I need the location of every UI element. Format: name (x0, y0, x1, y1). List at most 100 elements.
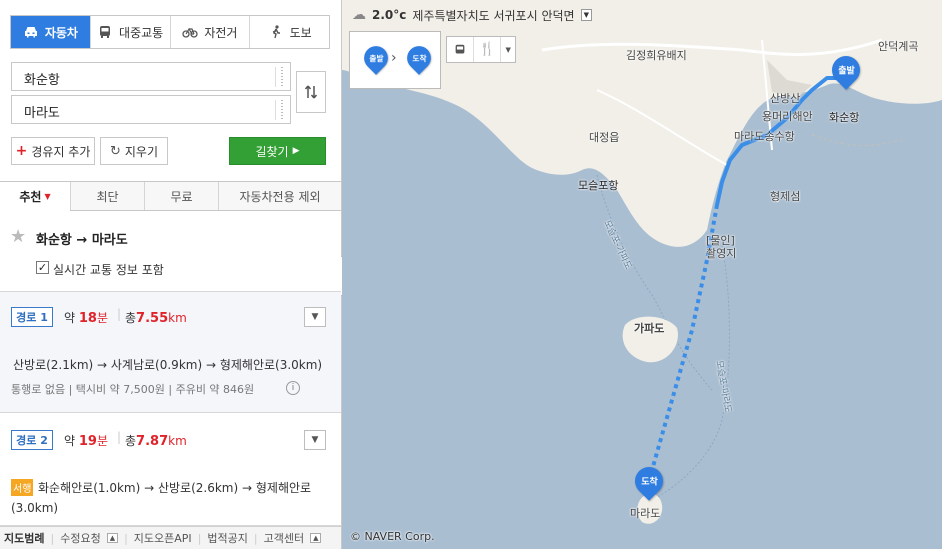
tab-recommended[interactable]: 추천 ▼ (0, 182, 70, 211)
legend-start-pin: 출발 (359, 41, 393, 75)
expand-route-button[interactable]: ▼ (304, 307, 326, 327)
footer-report[interactable]: 수정요청 (60, 530, 100, 546)
tab-exclude-expressway[interactable]: 자동차전용 제외 (218, 182, 341, 210)
clear-button[interactable]: ↻ 지우기 (100, 137, 168, 165)
find-route-button[interactable]: 길찾기 ▶ (229, 137, 326, 165)
time-unit: 분 (96, 434, 108, 448)
start-pin[interactable]: 출발 (826, 50, 866, 90)
tab-shortest-label: 최단 (96, 189, 119, 204)
realtime-checkbox[interactable]: ✓ (36, 261, 49, 274)
legend-start-label: 출발 (368, 55, 384, 64)
route-summary: ★ 화순항 → 마라도 ✓ 실시간 교통 정보 포함 (0, 212, 341, 292)
route-path: 화순해안로(1.0km) → 산방로(2.6km) → 형제해안로 (38, 481, 312, 495)
tab-walk-label: 도보 (289, 25, 312, 40)
chevron-right-icon: ▶ (292, 146, 300, 156)
transport-mode-tabs: 자동차 대중교통 자전거 도보 (10, 15, 330, 49)
bus-icon (455, 44, 465, 53)
route-option-tabs: 추천 ▼ 최단 무료 자동차전용 제외 (0, 181, 341, 211)
footer-legend[interactable]: 지도범례 (4, 530, 44, 546)
route-path-cont: (3.0km) (11, 501, 59, 515)
time-prefix: 약 (64, 311, 79, 325)
slow-badge: 서행 (11, 479, 34, 496)
map-label: 모슬포항 (578, 179, 619, 192)
map-label: 형제섬 (770, 190, 801, 203)
route-badge: 경로 2 (11, 430, 53, 450)
footer-open-api[interactable]: 지도오픈API (134, 530, 192, 546)
location-name: 제주특별자치도 서귀포시 안덕면 (412, 8, 575, 23)
tab-transit-label: 대중교통 (119, 25, 164, 40)
tab-car[interactable]: 자동차 (11, 16, 90, 48)
end-pin[interactable]: 도착 (629, 461, 669, 501)
find-label: 길찾기 (255, 144, 289, 159)
realtime-label: 실시간 교통 정보 포함 (53, 263, 164, 277)
route-distance: 총7.87km (125, 432, 187, 449)
swap-arrows-icon (304, 85, 318, 99)
origin-value: 화순항 (24, 73, 60, 88)
tab-bicycle[interactable]: 자전거 (169, 16, 250, 48)
tab-free[interactable]: 무료 (144, 182, 218, 210)
tab-shortest[interactable]: 최단 (70, 182, 144, 210)
dist-value: 7.87 (136, 434, 169, 449)
bus-filter-button[interactable] (447, 37, 475, 62)
end-pin-label: 도착 (640, 477, 658, 488)
origin-input[interactable]: 화순항 (11, 62, 291, 91)
plus-icon: + (15, 143, 28, 159)
add-waypoint-label: 경유지 추가 (31, 144, 91, 159)
route-badge: 경로 1 (11, 307, 53, 327)
add-waypoint-button[interactable]: + 경유지 추가 (11, 137, 95, 165)
swap-button[interactable] (296, 71, 326, 113)
tab-walk[interactable]: 도보 (249, 16, 329, 48)
tab-transit[interactable]: 대중교통 (89, 16, 170, 48)
dist-value: 7.55 (136, 311, 169, 326)
filter-dropdown-button[interactable]: ▼ (501, 37, 515, 62)
drag-handle-icon[interactable] (275, 67, 287, 87)
dist-prefix: 총 (125, 434, 137, 448)
fork-knife-icon: 🍴 (479, 42, 496, 57)
map-label: 가파도 (634, 322, 665, 335)
expand-icon[interactable]: ▲ (310, 533, 322, 543)
cloud-icon: ☁ (352, 7, 366, 23)
dist-unit: km (168, 311, 187, 325)
time-prefix: 약 (64, 434, 79, 448)
tab-recommended-label: 추천 (19, 189, 42, 204)
expand-icon[interactable]: ▲ (106, 533, 119, 543)
legend-end-pin: 도착 (402, 41, 436, 75)
tab-bicycle-label: 자전거 (204, 25, 238, 40)
divider: | (117, 307, 122, 321)
route-time: 약 18분 (64, 309, 108, 326)
map-label: 김정희유배지 (626, 49, 687, 62)
start-pin-label: 출발 (837, 66, 855, 77)
drag-handle-icon[interactable] (275, 100, 287, 120)
clear-label: 지우기 (124, 144, 159, 159)
location-dropdown[interactable]: ▼ (580, 9, 592, 21)
footer-bar: 지도범례 | 수정요청 ▲ | 지도오픈API | 법적공지 | 고객센터 ▲ (0, 526, 341, 549)
chevron-down-icon: ▼ (311, 435, 319, 445)
route-distance: 총7.55km (125, 309, 187, 326)
bus-icon (100, 26, 111, 38)
car-icon (24, 27, 37, 38)
map-label: 촬영지 (706, 247, 737, 260)
favorite-star-icon[interactable]: ★ (10, 226, 26, 247)
route-card-2[interactable]: 경로 2 약 19분 | 총7.87km ▼ 서행 화순해안로(1.0km) →… (0, 413, 341, 526)
map-label: 마라도 (630, 507, 661, 520)
info-icon[interactable]: i (286, 381, 300, 395)
expand-route-button[interactable]: ▼ (304, 430, 326, 450)
map-label: 마라도송수항 (734, 130, 795, 143)
footer-legal[interactable]: 법적공지 (207, 530, 247, 546)
time-value: 19 (78, 434, 97, 449)
tab-car-label: 자동차 (44, 25, 78, 40)
restaurant-filter-button[interactable]: 🍴 (474, 37, 502, 62)
directions-panel: 자동차 대중교통 자전거 도보 화순항 마라도 + 경유지 추가 ↻ 지우기 길… (0, 0, 342, 549)
time-unit: 분 (96, 311, 108, 325)
destination-input[interactable]: 마라도 (11, 95, 291, 124)
map-label: 용머리해안 (762, 110, 813, 123)
route-card-1[interactable]: 경로 1 약 18분 | 총7.55km ▼ 산방로(2.1km) → 사계남로… (0, 292, 341, 413)
copyright: © NAVER Corp. (350, 530, 435, 543)
caret-down-icon: ▼ (505, 45, 511, 54)
destination-value: 마라도 (24, 106, 60, 121)
footer-support[interactable]: 고객센터 (264, 530, 304, 546)
map-label: 화순항 (829, 111, 860, 124)
divider: | (117, 430, 122, 444)
chevron-down-icon: ▼ (311, 312, 319, 322)
map-label: 대정읍 (589, 131, 620, 144)
